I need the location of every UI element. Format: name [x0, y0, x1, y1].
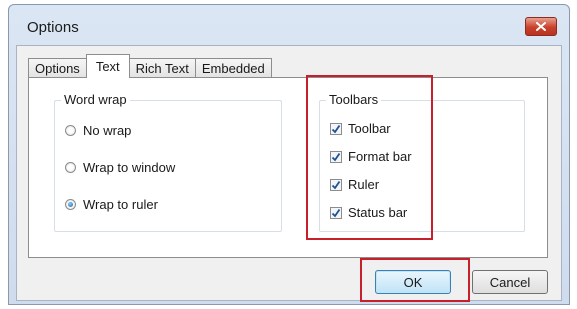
ruler-option[interactable]: Ruler [330, 177, 379, 192]
format-bar-label: Format bar [348, 149, 412, 164]
wrap-to-window-label: Wrap to window [83, 160, 176, 175]
format-bar-checkbox[interactable] [330, 150, 342, 163]
toolbars-group: Toolbars Toolbar Format bar Ruler Status… [319, 92, 525, 232]
no-wrap-option[interactable]: No wrap [65, 123, 131, 138]
word-wrap-group: Word wrap No wrap Wrap to window Wrap to… [54, 92, 282, 232]
text-tab-panel: Word wrap No wrap Wrap to window Wrap to… [28, 77, 548, 258]
close-button[interactable] [525, 17, 557, 36]
wrap-to-ruler-radio[interactable] [65, 199, 76, 210]
wrap-to-window-radio[interactable] [65, 162, 76, 173]
checkmark-icon [331, 180, 341, 189]
toolbars-label: Toolbars [326, 92, 382, 107]
tab-embedded[interactable]: Embedded [194, 58, 272, 78]
toolbar-option[interactable]: Toolbar [330, 121, 391, 136]
wrap-to-ruler-option[interactable]: Wrap to ruler [65, 197, 158, 212]
dialog-client-area: Options Text Rich Text Embedded Word wra… [16, 45, 562, 301]
tab-text[interactable]: Text [85, 54, 130, 78]
format-bar-option[interactable]: Format bar [330, 149, 412, 164]
ruler-checkbox[interactable] [330, 178, 342, 191]
toolbar-checkbox[interactable] [330, 122, 342, 135]
tab-rich-text[interactable]: Rich Text [128, 58, 196, 78]
status-bar-option[interactable]: Status bar [330, 205, 407, 220]
toolbar-label: Toolbar [348, 121, 391, 136]
options-dialog: Options Options Text Rich Text Embedded … [8, 4, 570, 305]
ok-button[interactable]: OK [375, 270, 451, 294]
word-wrap-label: Word wrap [61, 92, 130, 107]
close-icon [536, 22, 546, 31]
wrap-to-window-option[interactable]: Wrap to window [65, 160, 175, 175]
status-bar-label: Status bar [348, 205, 408, 220]
dialog-title: Options [27, 19, 79, 36]
status-bar-checkbox[interactable] [330, 206, 342, 219]
tab-strip: Options Text Rich Text Embedded [28, 54, 272, 78]
checkmark-icon [331, 152, 341, 161]
checkmark-icon [331, 208, 341, 217]
tab-options[interactable]: Options [28, 58, 87, 78]
wrap-to-ruler-label: Wrap to ruler [83, 197, 158, 212]
cancel-button[interactable]: Cancel [472, 270, 548, 294]
ruler-label: Ruler [348, 177, 380, 192]
no-wrap-label: No wrap [83, 123, 132, 138]
checkmark-icon [331, 124, 341, 133]
no-wrap-radio[interactable] [65, 125, 76, 136]
